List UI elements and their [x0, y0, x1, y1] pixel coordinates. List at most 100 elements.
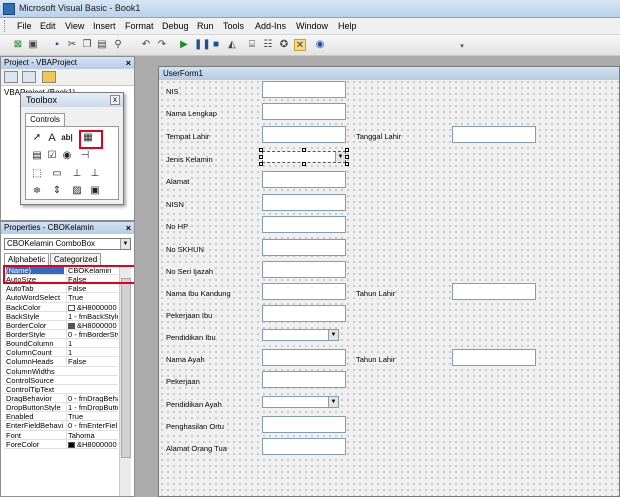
chevron-down-icon[interactable]: ▼: [120, 239, 130, 249]
close-icon[interactable]: ×: [126, 222, 131, 234]
selection-handle[interactable]: [259, 148, 263, 152]
textbox-tahun-lahir-ibu[interactable]: [452, 283, 536, 300]
togglebutton-tool-icon[interactable]: ⊣: [78, 149, 92, 163]
spinbutton-tool-icon[interactable]: ⇕: [50, 184, 64, 198]
selection-handle[interactable]: [259, 155, 263, 159]
close-icon[interactable]: x: [110, 95, 120, 105]
label-pendidikan-ayah[interactable]: Pendidikan Ayah: [166, 400, 222, 409]
label-tahun-lahir-ibu[interactable]: Tahun Lahir: [356, 289, 396, 298]
label-tool-icon[interactable]: A: [45, 131, 59, 145]
property-value[interactable]: &H8000000: [66, 320, 118, 329]
menu-view[interactable]: View: [65, 21, 84, 32]
property-row[interactable]: ColumnHeads False: [4, 357, 118, 367]
tabstrip-tool-icon[interactable]: ⊥: [70, 167, 84, 181]
label-pekerjaan-ibu[interactable]: Pekerjaan Ibu: [166, 311, 213, 320]
save-icon[interactable]: ▪: [51, 39, 63, 51]
textbox-nama-ibu-kandung[interactable]: [262, 283, 346, 300]
label-nama-ibu-kandung[interactable]: Nama Ibu Kandung: [166, 289, 231, 298]
textbox-nama-ayah[interactable]: [262, 349, 346, 366]
textbox-tahun-lahir-ayah[interactable]: [452, 349, 536, 366]
textbox-nama-lengkap[interactable]: [262, 103, 346, 120]
label-jenis-kelamin[interactable]: Jenis Kelamin: [166, 155, 213, 164]
property-row[interactable]: ControlSource: [4, 376, 118, 385]
toggle-folders-icon[interactable]: [42, 71, 56, 83]
property-value[interactable]: Tahoma: [66, 430, 118, 439]
property-row[interactable]: DropButtonStyle 1 - fmDropButto: [4, 403, 118, 413]
toolbar-options-icon[interactable]: ▾: [456, 41, 468, 53]
chevron-down-icon[interactable]: ▼: [328, 330, 338, 340]
view-object-icon[interactable]: [22, 71, 36, 83]
property-value[interactable]: 0 - fmDragBeha: [66, 393, 118, 403]
property-value[interactable]: 1 - fmBackStyle: [66, 311, 118, 320]
frame-tool-icon[interactable]: ⬚: [30, 167, 44, 181]
textbox-tool-icon[interactable]: ab|: [60, 131, 74, 145]
label-tempat-lahir[interactable]: Tempat Lahir: [166, 132, 210, 141]
label-alamat-orang-tua[interactable]: Alamat Orang Tua: [166, 444, 227, 453]
label-alamat[interactable]: Alamat: [166, 177, 190, 186]
menu-window[interactable]: Window: [296, 21, 328, 32]
property-value[interactable]: True: [66, 412, 118, 421]
textbox-nisn[interactable]: [262, 194, 346, 211]
property-row[interactable]: BorderStyle 0 - fmBorderSty: [4, 329, 118, 340]
image-tool-icon[interactable]: ▨: [70, 184, 84, 198]
label-nis[interactable]: NIS: [166, 87, 179, 96]
property-row[interactable]: AutoWordSelect True: [4, 293, 118, 303]
properties-scrollbar[interactable]: [119, 266, 131, 496]
textbox-penghasilan-ortu[interactable]: [262, 416, 346, 433]
label-no-seri-ijazah[interactable]: No Seri Ijazah: [166, 267, 214, 276]
scrollbar-thumb[interactable]: [121, 278, 131, 458]
selection-handle[interactable]: [345, 148, 349, 152]
scrollbar-tool-icon[interactable]: ≑: [30, 184, 44, 198]
label-nisn[interactable]: NISN: [166, 200, 184, 209]
textbox-no-seri-ijazah[interactable]: [262, 261, 346, 278]
chevron-down-icon[interactable]: ▼: [335, 152, 345, 162]
redo-icon[interactable]: ↷: [156, 39, 168, 51]
textbox-pekerjaan-ibu[interactable]: [262, 305, 346, 322]
menu-insert[interactable]: Insert: [93, 21, 116, 32]
break-icon[interactable]: ❚❚: [194, 39, 211, 51]
selection-handle[interactable]: [345, 155, 349, 159]
menu-tools[interactable]: Tools: [223, 21, 244, 32]
property-value[interactable]: &H8000000: [66, 302, 118, 311]
property-row[interactable]: Font Tahoma: [4, 430, 118, 440]
property-row[interactable]: ColumnCount 1: [4, 348, 118, 358]
checkbox-tool-icon[interactable]: ☑: [45, 149, 59, 163]
label-tanggal-lahir[interactable]: Tanggal Lahir: [356, 132, 402, 141]
undo-icon[interactable]: ↶: [140, 39, 152, 51]
textbox-nis[interactable]: [262, 81, 346, 98]
menu-help[interactable]: Help: [338, 21, 357, 32]
textbox-alamat[interactable]: [262, 171, 346, 188]
property-value[interactable]: True: [66, 293, 118, 302]
select-objects-icon[interactable]: ➚: [30, 131, 44, 145]
property-row[interactable]: BackStyle 1 - fmBackStyle: [4, 311, 118, 321]
project-explorer-icon[interactable]: ⌸: [246, 39, 258, 51]
object-browser-icon[interactable]: ✪: [278, 39, 290, 51]
tab-controls[interactable]: Controls: [25, 113, 65, 126]
menu-file[interactable]: File: [17, 21, 32, 32]
optionbutton-tool-icon[interactable]: ◉: [60, 149, 74, 163]
textbox-pekerjaan[interactable]: [262, 371, 346, 388]
excel-icon[interactable]: ⊠: [12, 39, 24, 51]
close-icon[interactable]: ×: [126, 57, 131, 69]
label-pendidikan-ibu[interactable]: Pendidikan Ibu: [166, 333, 216, 342]
combobox-pendidikan-ayah[interactable]: ▼: [262, 396, 339, 408]
label-nama-ayah[interactable]: Nama Ayah: [166, 355, 205, 364]
refedit-tool-icon[interactable]: ▣: [88, 184, 102, 198]
toolbox-icon[interactable]: ✕: [294, 39, 306, 51]
cut-icon[interactable]: ✂: [66, 39, 78, 51]
run-icon[interactable]: ▶: [178, 39, 190, 51]
property-row[interactable]: BorderColor &H8000000: [4, 320, 118, 330]
textbox-no-skhun[interactable]: [262, 239, 346, 256]
menu-debug[interactable]: Debug: [162, 21, 189, 32]
label-nama-lengkap[interactable]: Nama Lengkap: [166, 109, 217, 118]
label-pekerjaan[interactable]: Pekerjaan: [166, 377, 200, 386]
property-value[interactable]: 0 - fmBorderSty: [66, 329, 118, 339]
commandbutton-tool-icon[interactable]: ▭: [50, 167, 64, 181]
object-selector[interactable]: CBOKelamin ComboBox ▼: [4, 238, 131, 250]
view-code-icon[interactable]: [4, 71, 18, 83]
menu-run[interactable]: Run: [197, 21, 214, 32]
property-value[interactable]: 0 - fmEnterFiel: [66, 421, 118, 430]
help-icon[interactable]: ◉: [314, 39, 326, 51]
userform[interactable]: UserForm1 NIS Nama Lengkap Tempat Lahir …: [158, 66, 620, 497]
listbox-tool-icon[interactable]: ▤: [30, 149, 44, 163]
